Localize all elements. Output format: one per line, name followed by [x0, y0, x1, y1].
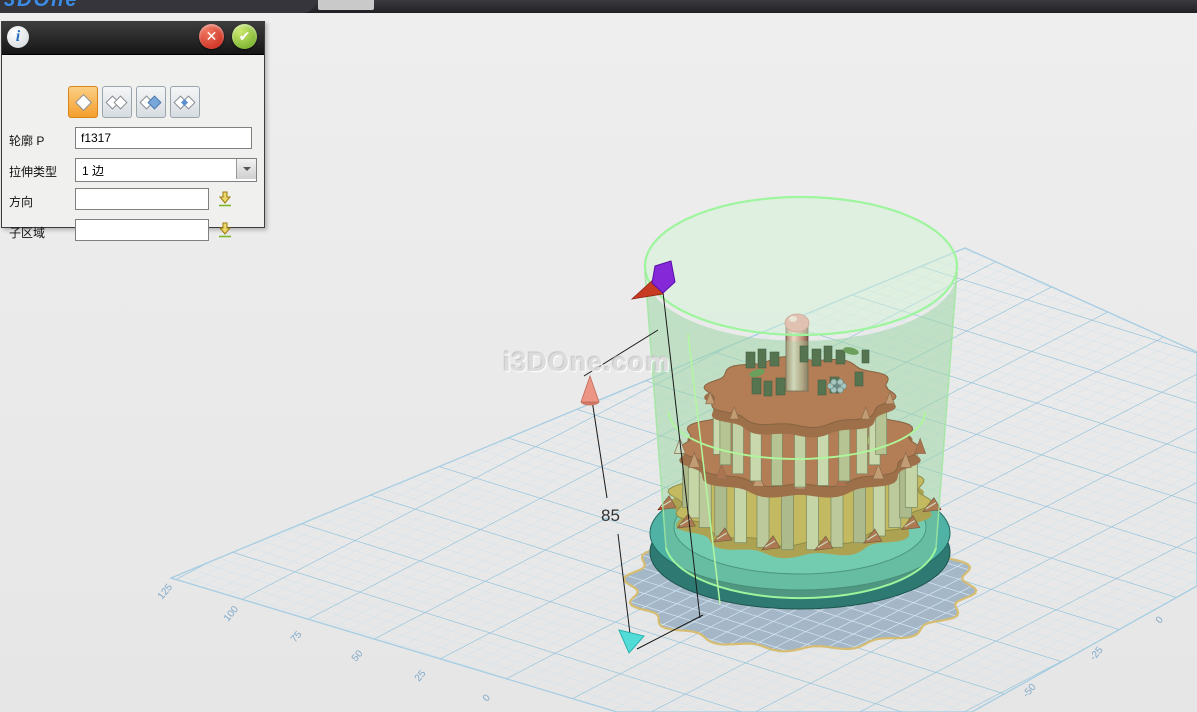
total-diamond-icon	[173, 91, 197, 113]
titlebar-widget	[318, 0, 374, 10]
profile-input[interactable]	[75, 127, 252, 149]
axis-label: -25	[1088, 644, 1106, 662]
dropdown-arrow-icon[interactable]	[236, 159, 256, 179]
app-logo: 3DOne	[4, 0, 78, 12]
dialog-header[interactable]: i ✕ ✔	[2, 22, 264, 55]
extrude-dialog[interactable]: i ✕ ✔ 轮廓 P	[1, 21, 265, 228]
extrude-mode-toolbar	[68, 86, 200, 117]
dim-extension-line	[584, 330, 658, 376]
axis-label: 50	[350, 648, 366, 664]
axis-label: 25	[413, 668, 429, 684]
title-bar: 3DOne	[0, 0, 1197, 13]
axis-label: 125	[156, 582, 175, 602]
confirm-button[interactable]: ✔	[232, 24, 257, 49]
subregion-input[interactable]	[75, 219, 209, 241]
axis-label: 75	[289, 629, 305, 645]
mode-extrude-symmetric-button[interactable]	[136, 86, 166, 118]
direction-input[interactable]	[75, 188, 209, 210]
axis-label: 0	[1154, 614, 1166, 626]
extrude-type-dropdown[interactable]: 1 边	[75, 158, 257, 182]
extrude-type-label: 拉伸类型	[9, 163, 57, 180]
extrude-type-value: 1 边	[82, 162, 104, 179]
two-side-diamond-icon	[105, 91, 129, 113]
axis-label: -50	[1021, 681, 1039, 699]
direction-pick-icon[interactable]	[216, 190, 234, 208]
cancel-button[interactable]: ✕	[199, 24, 224, 49]
one-side-diamond-icon	[72, 91, 94, 113]
mode-extrude-one-side-button[interactable]	[68, 86, 98, 118]
info-icon[interactable]: i	[7, 26, 29, 48]
axis-label: 100	[222, 604, 241, 624]
direction-label: 方向	[9, 193, 33, 210]
mode-extrude-two-sides-button[interactable]	[102, 86, 132, 118]
subregion-label: 子区域	[9, 224, 45, 241]
symmetric-diamond-icon	[139, 91, 163, 113]
dimension-value[interactable]: 85	[601, 506, 620, 525]
cylinder-top-face[interactable]	[645, 197, 957, 335]
logo-tab: 3DOne	[0, 0, 316, 13]
profile-label: 轮廓 P	[9, 132, 44, 149]
subregion-pick-icon[interactable]	[216, 221, 234, 239]
dim-arrow-up-handle[interactable]	[581, 376, 599, 406]
mode-extrude-total-button[interactable]	[170, 86, 200, 118]
axis-label: 0	[481, 692, 493, 704]
